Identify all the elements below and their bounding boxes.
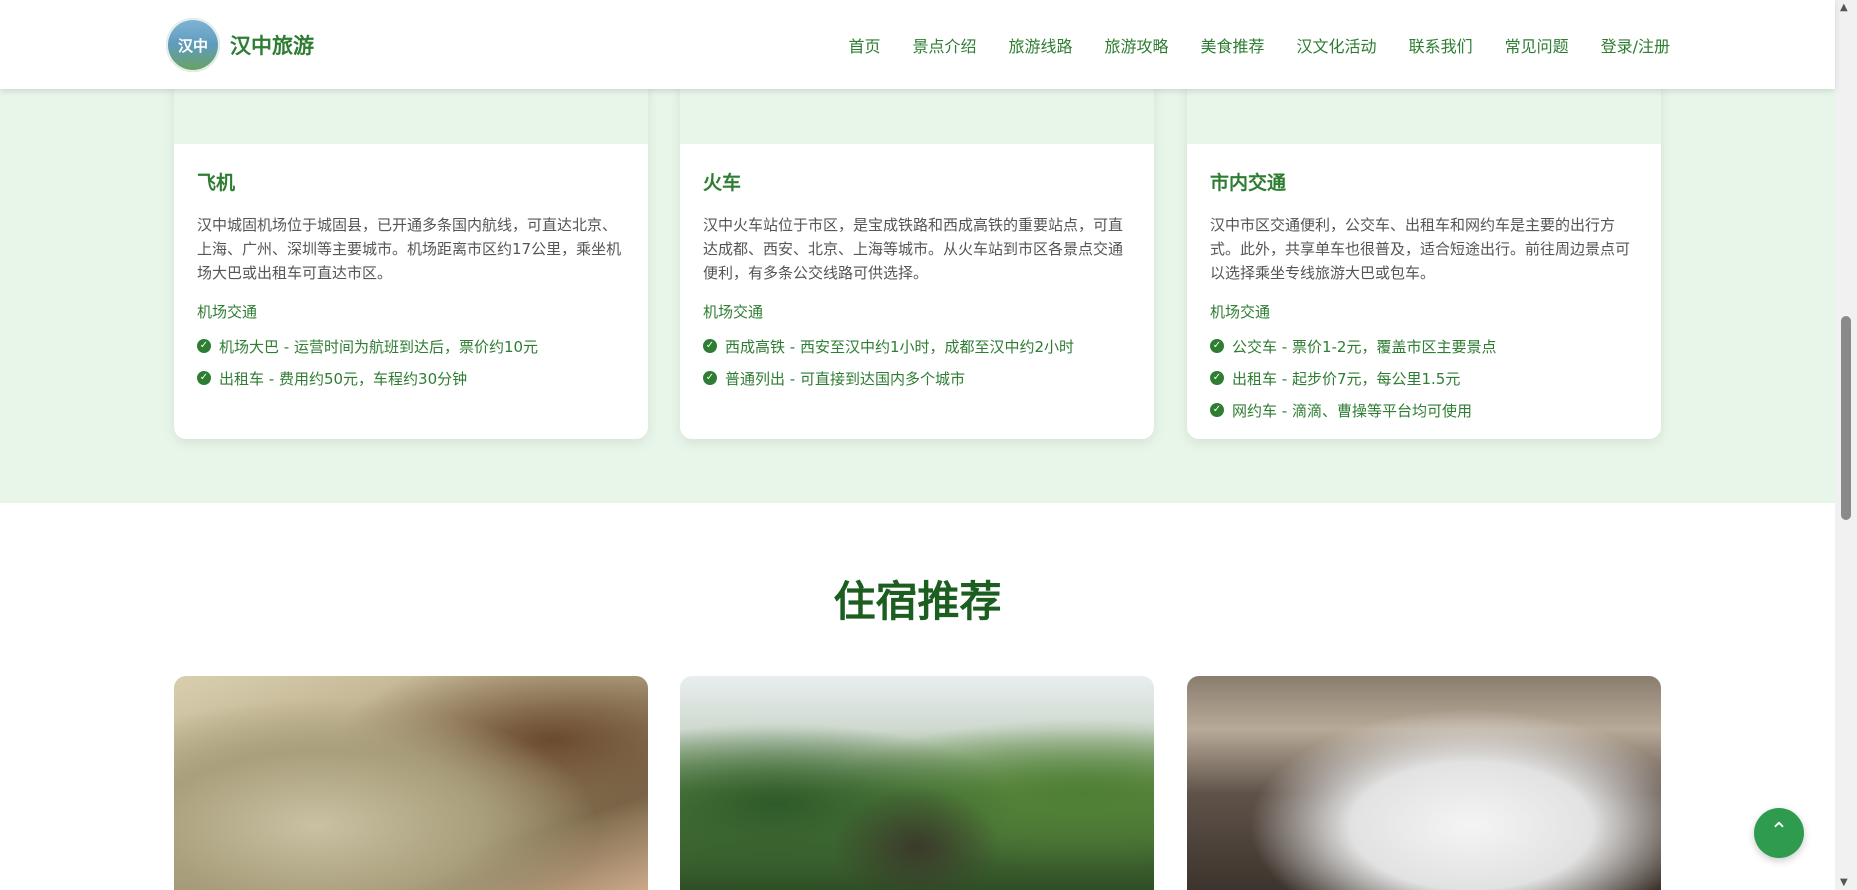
card-title: 火车 (703, 172, 742, 194)
nav-item-home[interactable]: 首页 (848, 33, 880, 57)
logo-badge: 汉中 (166, 18, 220, 72)
check-circle-icon: ✓ (1210, 339, 1224, 353)
card-title: 市内交通 (1210, 172, 1287, 194)
card-list: ✓ 公交车 - 票价1-2元，覆盖市区主要景点 ✓ 出租车 - 起步价7元，每公里1… (1210, 330, 1638, 426)
check-circle-icon: ✓ (703, 339, 717, 353)
card-description: 汉中火车站位于市区，是宝成铁路和西成高铁的重要站点，可直达成都、西安、北京、上海… (703, 216, 1124, 282)
nav-item-routes[interactable]: 旅游线路 (1009, 33, 1073, 57)
scrollbar-thumb[interactable] (1841, 316, 1851, 520)
card-description: 汉中城固机场位于城固县，已开通多条国内航线，可直达北京、上海、广州、深圳等主要城… (197, 216, 622, 282)
site-header: 汉中 汉中旅游 首页 景点介绍 旅游线路 旅游攻略 美食推荐 汉文化活动 联系我… (0, 0, 1835, 89)
check-circle-icon: ✓ (1210, 403, 1224, 417)
back-to-top-button[interactable]: ⌃ (1754, 808, 1804, 858)
card-subtitle: 机场交通 (1210, 303, 1271, 321)
card-subtitle: 机场交通 (703, 303, 764, 321)
list-item: ✓ 公交车 - 票价1-2元，覆盖市区主要景点 (1210, 330, 1638, 362)
card-subtitle: 机场交通 (197, 303, 258, 321)
nav-item-food[interactable]: 美食推荐 (1201, 33, 1265, 57)
main-nav: 首页 景点介绍 旅游线路 旅游攻略 美食推荐 汉文化活动 联系我们 常见问题 登… (816, 0, 1670, 89)
card-list: ✓ 西成高铁 - 西安至汉中约1小时，成都至汉中约2小时 ✓ 普通列出 - 可直接到… (703, 330, 1131, 394)
card-list: ✓ 机场大巴 - 运营时间为航班到达后，票价约10元 ✓ 出租车 - 费用约50元，… (197, 330, 625, 394)
check-circle-icon: ✓ (197, 371, 211, 385)
check-circle-icon: ✓ (703, 371, 717, 385)
nav-item-culture[interactable]: 汉文化活动 (1297, 33, 1377, 57)
lodging-card-image[interactable] (680, 676, 1154, 890)
page-scrollbar[interactable]: ▲ ▼ (1835, 0, 1857, 890)
nav-item-faq[interactable]: 常见问题 (1505, 33, 1569, 57)
list-item: ✓ 普通列出 - 可直接到达国内多个城市 (703, 362, 1131, 394)
logo-text: 汉中旅游 (230, 34, 314, 58)
list-item: ✓ 西成高铁 - 西安至汉中约1小时，成都至汉中约2小时 (703, 330, 1131, 362)
scroll-up-icon[interactable]: ▲ (1840, 2, 1848, 13)
lodging-card-image[interactable] (174, 676, 648, 890)
nav-item-guides[interactable]: 旅游攻略 (1105, 33, 1169, 57)
nav-item-login[interactable]: 登录/注册 (1601, 33, 1670, 57)
list-item: ✓ 出租车 - 起步价7元，每公里1.5元 (1210, 362, 1638, 394)
nav-item-attractions[interactable]: 景点介绍 (912, 33, 976, 57)
card-description: 汉中市区交通便利，公交车、出租车和网约车是主要的出行方式。此外，共享单车也很普及… (1210, 216, 1631, 282)
nav-item-contact[interactable]: 联系我们 (1409, 33, 1473, 57)
list-item: ✓ 机场大巴 - 运营时间为航班到达后，票价约10元 (197, 330, 625, 362)
check-circle-icon: ✓ (197, 339, 211, 353)
scroll-down-icon[interactable]: ▼ (1840, 877, 1848, 888)
lodging-section-title: 住宿推荐 (833, 577, 1002, 626)
arrow-up-icon: ⌃ (1769, 819, 1789, 844)
logo[interactable]: 汉中 汉中旅游 (166, 18, 314, 72)
list-item: ✓ 出租车 - 费用约50元，车程约30分钟 (197, 362, 625, 394)
list-item: ✓ 网约车 - 滴滴、曹操等平台均可使用 (1210, 394, 1638, 426)
card-title: 飞机 (197, 172, 236, 194)
check-circle-icon: ✓ (1210, 371, 1224, 385)
lodging-card-image[interactable] (1187, 676, 1661, 890)
